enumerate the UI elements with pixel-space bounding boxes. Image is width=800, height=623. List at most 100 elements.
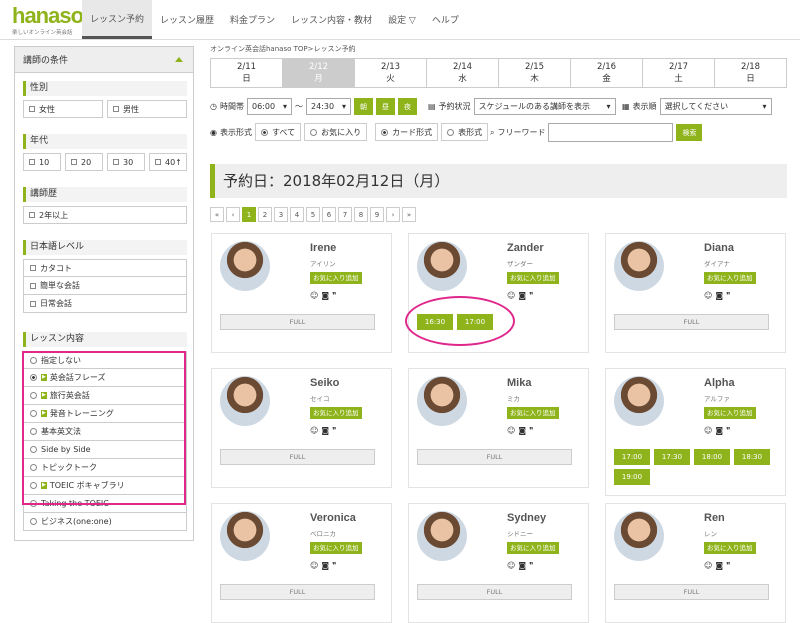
lesson-option[interactable]: トピックトーク — [23, 459, 187, 477]
date-tab[interactable]: 2/18 日 — [715, 59, 786, 87]
lesson-option[interactable]: ▶ 発音トレーニング — [23, 405, 187, 423]
date-tab[interactable]: 2/11 日 — [211, 59, 283, 87]
age-40-checkbox[interactable]: 40↑ — [149, 153, 187, 171]
page-link[interactable]: 3 — [274, 207, 288, 222]
lesson-option[interactable]: 指定しない — [23, 351, 187, 369]
sidebar-header[interactable]: 講師の条件 — [15, 47, 193, 73]
teacher-kana: ミカ — [507, 395, 520, 403]
time-slot-button[interactable]: 19:00 — [614, 469, 650, 485]
nav-materials[interactable]: レッスン内容・教材 — [283, 0, 380, 39]
teacher-name[interactable]: Irene — [310, 242, 336, 254]
page-link[interactable]: » — [402, 207, 416, 222]
jp-level-daily[interactable]: 日常会話 — [23, 295, 187, 313]
page-link[interactable]: 1 — [242, 207, 256, 222]
time-slot-button[interactable]: 18:00 — [694, 449, 730, 465]
date-tab[interactable]: 2/17 土 — [643, 59, 715, 87]
page-link[interactable]: 4 — [290, 207, 304, 222]
noon-button[interactable]: 昼 — [375, 98, 395, 115]
page-link[interactable]: « — [210, 207, 224, 222]
time-to-select[interactable]: 24:30 ▾ — [305, 98, 351, 115]
age-20-checkbox[interactable]: 20 — [65, 153, 103, 171]
teacher-photo[interactable] — [614, 511, 664, 561]
teacher-name[interactable]: Seiko — [310, 377, 339, 389]
page-link[interactable]: 9 — [370, 207, 384, 222]
jp-level-simple[interactable]: 簡単な会話 — [23, 277, 187, 295]
page-link[interactable]: 7 — [338, 207, 352, 222]
morning-button[interactable]: 朝 — [353, 98, 373, 115]
time-slot-button[interactable]: 17:00 — [457, 314, 493, 330]
page-link[interactable]: 5 — [306, 207, 320, 222]
search-button[interactable]: 検索 — [676, 124, 703, 141]
teacher-name[interactable]: Diana — [704, 242, 734, 254]
lesson-option[interactable]: Side by Side — [23, 441, 187, 459]
display-favorites-radio[interactable]: お気に入り — [304, 123, 368, 141]
teacher-name[interactable]: Zander — [507, 242, 544, 254]
page-link[interactable]: 6 — [322, 207, 336, 222]
date-tab[interactable]: 2/16 金 — [571, 59, 643, 87]
teacher-photo[interactable] — [220, 376, 270, 426]
age-30-checkbox[interactable]: 30 — [107, 153, 145, 171]
favorite-button[interactable]: お気に入り追加 — [310, 272, 362, 284]
teacher-name[interactable]: Ren — [704, 512, 725, 524]
status-select[interactable]: スケジュールのある講師を表示 ▾ — [473, 98, 616, 115]
teacher-photo[interactable] — [417, 376, 467, 426]
teacher-photo[interactable] — [220, 241, 270, 291]
time-slot-button[interactable]: 16:30 — [417, 314, 453, 330]
date-tab[interactable]: 2/15 木 — [499, 59, 571, 87]
night-button[interactable]: 夜 — [397, 98, 417, 115]
lesson-option[interactable]: ビジネス(one:one) — [23, 513, 187, 531]
display-all-radio[interactable]: すべて — [254, 123, 302, 141]
teacher-name[interactable]: Alpha — [704, 377, 735, 389]
age-10-checkbox[interactable]: 10 — [23, 153, 61, 171]
teacher-photo[interactable] — [220, 511, 270, 561]
page-link[interactable]: › — [386, 207, 400, 222]
gender-female-checkbox[interactable]: 女性 — [23, 100, 103, 118]
hanaso-logo[interactable]: hanaso 楽しいオンライン英会話 — [12, 5, 84, 37]
time-slot-button[interactable]: 17:00 — [614, 449, 650, 465]
format-card-radio[interactable]: カード形式 — [375, 123, 439, 141]
format-table-radio[interactable]: 表形式 — [441, 123, 489, 141]
date-tab[interactable]: 2/13 火 — [355, 59, 427, 87]
favorite-button[interactable]: お気に入り追加 — [507, 407, 559, 419]
page-link[interactable]: ‹ — [226, 207, 240, 222]
collapse-icon[interactable] — [175, 57, 183, 62]
experience-2yrs-checkbox[interactable]: 2年以上 — [23, 206, 187, 224]
favorite-button[interactable]: お気に入り追加 — [310, 542, 362, 554]
page-link[interactable]: 2 — [258, 207, 272, 222]
time-slot-button[interactable]: 18:30 — [734, 449, 770, 465]
lesson-option[interactable]: 基本英文法 — [23, 423, 187, 441]
favorite-button[interactable]: お気に入り追加 — [704, 407, 756, 419]
lesson-option[interactable]: ▶ TOEIC ボキャブラリ — [23, 477, 187, 495]
favorite-button[interactable]: お気に入り追加 — [704, 272, 756, 284]
favorite-button[interactable]: お気に入り追加 — [507, 272, 559, 284]
breadcrumb[interactable]: オンライン英会話hanaso TOP>レッスン予約 — [210, 44, 790, 58]
order-select[interactable]: 選択してください ▾ — [659, 98, 772, 115]
teacher-photo[interactable] — [417, 241, 467, 291]
nav-lesson-history[interactable]: レッスン履歴 — [152, 0, 222, 39]
teacher-photo[interactable] — [614, 376, 664, 426]
time-from-select[interactable]: 06:00 ▾ — [246, 98, 292, 115]
page-link[interactable]: 8 — [354, 207, 368, 222]
favorite-button[interactable]: お気に入り追加 — [310, 407, 362, 419]
date-tab[interactable]: 2/14 水 — [427, 59, 499, 87]
favorite-button[interactable]: お気に入り追加 — [507, 542, 559, 554]
nav-help[interactable]: ヘルプ — [424, 0, 467, 39]
gender-male-checkbox[interactable]: 男性 — [107, 100, 187, 118]
teacher-name[interactable]: Mika — [507, 377, 531, 389]
lesson-option[interactable]: Taking the TOEIC — [23, 495, 187, 513]
jp-level-katakoto[interactable]: カタコト — [23, 259, 187, 277]
time-slot-button[interactable]: 17:30 — [654, 449, 690, 465]
teacher-photo[interactable] — [614, 241, 664, 291]
date-tab-day: 水 — [458, 74, 467, 84]
nav-lesson-booking[interactable]: レッスン予約 — [82, 0, 153, 39]
date-tab[interactable]: 2/12 月 — [283, 59, 355, 87]
favorite-button[interactable]: お気に入り追加 — [704, 542, 756, 554]
nav-settings[interactable]: 設定 ▽ — [380, 0, 424, 39]
freeword-input[interactable] — [548, 123, 674, 142]
teacher-name[interactable]: Sydney — [507, 512, 546, 524]
nav-pricing[interactable]: 料金プラン — [222, 0, 283, 39]
lesson-option[interactable]: ▶ 旅行英会話 — [23, 387, 187, 405]
teacher-photo[interactable] — [417, 511, 467, 561]
lesson-option[interactable]: ▶ 英会話フレーズ — [23, 369, 187, 387]
teacher-name[interactable]: Veronica — [310, 512, 356, 524]
